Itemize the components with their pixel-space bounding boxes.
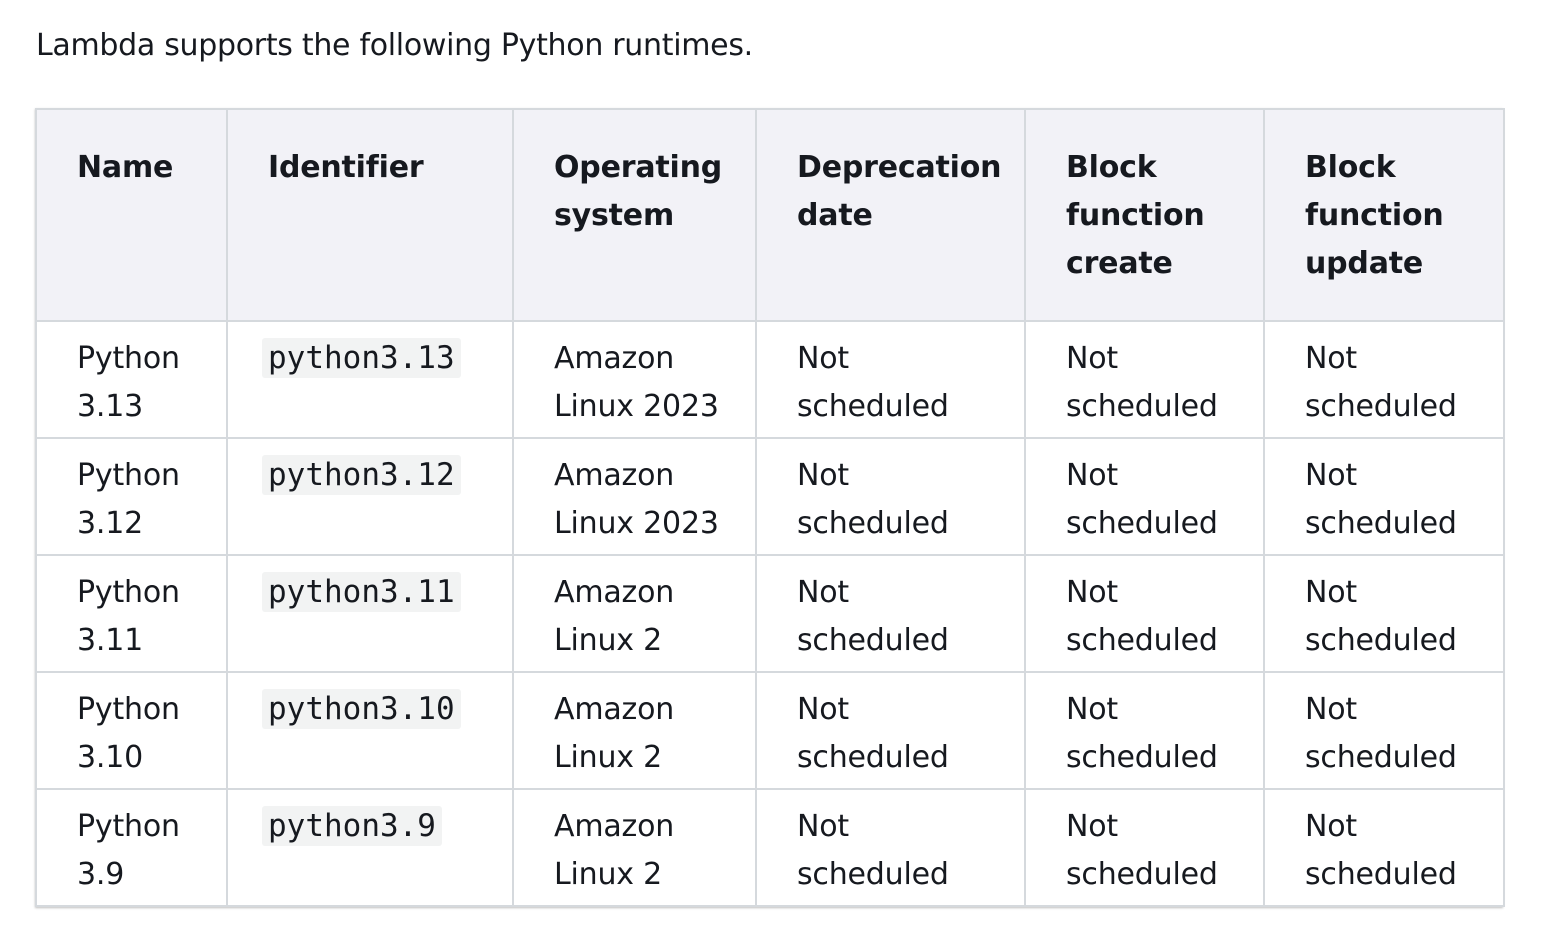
identifier-code: python3.11 <box>262 572 461 612</box>
cell-block-function-update: Not scheduled <box>1263 437 1505 556</box>
identifier-code: python3.12 <box>262 455 461 495</box>
table-row: Python 3.13 python3.13 Amazon Linux 2023… <box>35 320 1505 439</box>
identifier-code: python3.9 <box>262 806 442 846</box>
table-row: Python 3.12 python3.12 Amazon Linux 2023… <box>35 437 1505 556</box>
table-header-row: Name Identifier Operating system Depreca… <box>35 108 1505 322</box>
cell-block-function-create: Not scheduled <box>1024 554 1265 673</box>
cell-block-function-update: Not scheduled <box>1263 320 1505 439</box>
cell-block-function-create: Not scheduled <box>1024 671 1265 790</box>
cell-deprecation-date: Not scheduled <box>755 554 1026 673</box>
cell-block-function-update: Not scheduled <box>1263 671 1505 790</box>
python-runtimes-table: Name Identifier Operating system Depreca… <box>35 108 1505 907</box>
identifier-code: python3.13 <box>262 338 461 378</box>
cell-operating-system: Amazon Linux 2023 <box>512 320 757 439</box>
column-header-block-function-update: Block function update <box>1263 108 1505 322</box>
cell-name: Python 3.11 <box>35 554 228 673</box>
intro-paragraph: Lambda supports the following Python run… <box>36 28 753 63</box>
column-header-deprecation-date: Deprecation date <box>755 108 1026 322</box>
cell-deprecation-date: Not scheduled <box>755 671 1026 790</box>
cell-operating-system: Amazon Linux 2 <box>512 788 757 907</box>
table-row: Python 3.11 python3.11 Amazon Linux 2 No… <box>35 554 1505 673</box>
cell-deprecation-date: Not scheduled <box>755 320 1026 439</box>
cell-operating-system: Amazon Linux 2 <box>512 671 757 790</box>
column-header-operating-system: Operating system <box>512 108 757 322</box>
identifier-code: python3.10 <box>262 689 461 729</box>
cell-name: Python 3.12 <box>35 437 228 556</box>
column-header-name: Name <box>35 108 228 322</box>
cell-block-function-update: Not scheduled <box>1263 554 1505 673</box>
column-header-identifier: Identifier <box>226 108 514 322</box>
cell-operating-system: Amazon Linux 2 <box>512 554 757 673</box>
cell-identifier: python3.9 <box>226 788 514 907</box>
cell-identifier: python3.12 <box>226 437 514 556</box>
cell-name: Python 3.9 <box>35 788 228 907</box>
column-header-block-function-create: Block function create <box>1024 108 1265 322</box>
runtimes-table-container: Name Identifier Operating system Depreca… <box>35 108 1505 907</box>
cell-block-function-update: Not scheduled <box>1263 788 1505 907</box>
cell-deprecation-date: Not scheduled <box>755 437 1026 556</box>
cell-operating-system: Amazon Linux 2023 <box>512 437 757 556</box>
cell-name: Python 3.10 <box>35 671 228 790</box>
cell-block-function-create: Not scheduled <box>1024 788 1265 907</box>
cell-identifier: python3.13 <box>226 320 514 439</box>
cell-block-function-create: Not scheduled <box>1024 437 1265 556</box>
cell-block-function-create: Not scheduled <box>1024 320 1265 439</box>
cell-identifier: python3.11 <box>226 554 514 673</box>
cell-identifier: python3.10 <box>226 671 514 790</box>
cell-deprecation-date: Not scheduled <box>755 788 1026 907</box>
table-row: Python 3.10 python3.10 Amazon Linux 2 No… <box>35 671 1505 790</box>
table-row: Python 3.9 python3.9 Amazon Linux 2 Not … <box>35 788 1505 907</box>
cell-name: Python 3.13 <box>35 320 228 439</box>
